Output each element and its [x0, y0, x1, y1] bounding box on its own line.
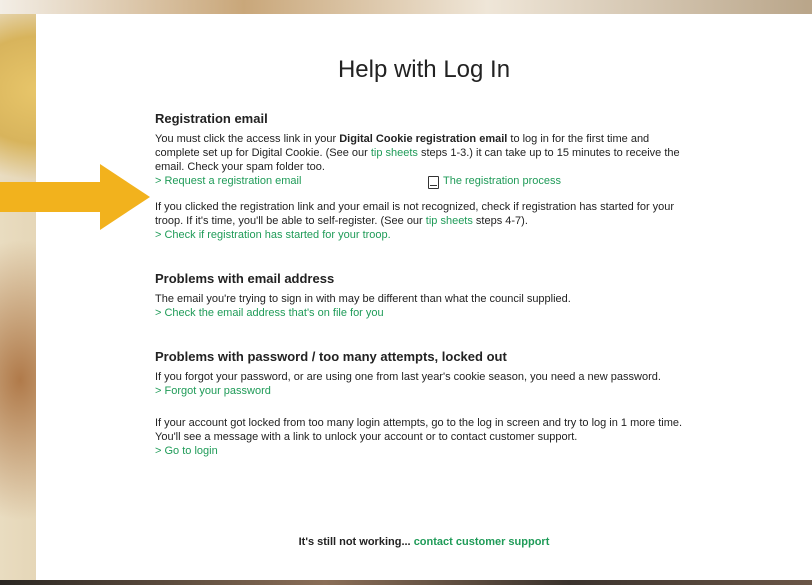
arrow-right-icon — [0, 164, 150, 230]
support-footer: It's still not working... contact custom… — [36, 536, 812, 548]
registration-process-link-wrapper[interactable]: The registration process — [428, 174, 561, 189]
registration-heading: Registration email — [155, 111, 268, 126]
password-forgot-paragraph: If you forgot your password, or are usin… — [155, 371, 661, 383]
registration-email-bold: Digital Cookie registration email — [339, 133, 508, 145]
footer-text: It's still not working... — [298, 536, 414, 548]
email-problems-paragraph: The email you're trying to sign in with … — [155, 293, 571, 305]
registration-troop-paragraph: If you clicked the registration link and… — [155, 200, 695, 228]
password-problems-heading: Problems with password / too many attemp… — [155, 349, 507, 364]
password-locked-paragraph: If your account got locked from too many… — [155, 417, 683, 443]
page-title: Help with Log In — [337, 56, 511, 83]
check-troop-registration-link[interactable]: > Check if registration has started for … — [155, 229, 391, 241]
text: steps 4-7). — [472, 215, 528, 227]
request-registration-email-link[interactable]: > Request a registration email — [155, 175, 301, 187]
tip-sheets-link-2[interactable]: tip sheets — [426, 215, 473, 227]
background-bottom-strip — [0, 580, 812, 585]
background-top-strip — [0, 0, 812, 14]
document-icon — [428, 175, 439, 189]
help-content: Registration email You must click the ac… — [155, 112, 695, 458]
contact-support-link[interactable]: contact customer support — [414, 536, 550, 548]
registration-paragraph: You must click the access link in your D… — [155, 132, 695, 174]
email-problems-heading: Problems with email address — [155, 271, 335, 286]
registration-process-link[interactable]: The registration process — [443, 174, 561, 188]
go-to-login-link[interactable]: > Go to login — [155, 445, 218, 457]
check-email-on-file-link[interactable]: > Check the email address that's on file… — [155, 307, 384, 319]
text: You must click the access link in your — [155, 133, 340, 145]
registration-links-row: > Request a registration email The regis… — [155, 174, 695, 189]
tip-sheets-link[interactable]: tip sheets — [371, 147, 418, 159]
text: If you clicked the registration link and… — [155, 201, 675, 227]
forgot-password-link[interactable]: > Forgot your password — [155, 385, 271, 397]
